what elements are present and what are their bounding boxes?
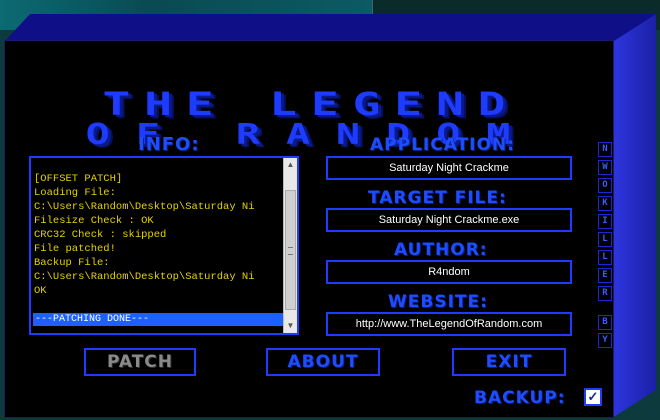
credit-letter: E (598, 268, 612, 283)
scroll-grip-icon (288, 247, 293, 255)
backup-checkbox[interactable]: ✓ (584, 388, 602, 406)
about-button[interactable]: ABOUT (266, 348, 380, 376)
patch-button[interactable]: PATCH (84, 348, 196, 376)
backup-label: BACKUP: (474, 388, 566, 408)
log-line: C:\Users\Random\Desktop\Saturday Ni (34, 201, 255, 213)
application-heading: APPLICATION: (370, 135, 515, 155)
log-line: C:\Users\Random\Desktop\Saturday Ni (34, 271, 255, 283)
target-file-heading: TARGET FILE: (368, 188, 507, 208)
log-line: Filesize Check : OK (34, 215, 154, 227)
log-line: Loading File: (34, 187, 116, 199)
logo-line-2: OF RANDOM (85, 119, 537, 152)
application-field: Saturday Night Crackme (326, 156, 572, 180)
info-log: [OFFSET PATCH] Loading File: C:\Users\Rand… (29, 156, 299, 335)
target-file-field: Saturday Night Crackme.exe (326, 208, 572, 232)
credit-gap (599, 304, 611, 312)
author-heading: AUTHOR: (394, 240, 488, 260)
author-field: R4ndom (326, 260, 572, 284)
log-line: Backup File: (34, 257, 110, 269)
checkmark-icon: ✓ (587, 389, 599, 404)
box-top-panel (4, 14, 656, 42)
log-line: CRC32 Check : skipped (34, 229, 167, 241)
credit-by-letter: B (598, 315, 612, 330)
website-heading: WEBSITE: (388, 292, 488, 312)
credit-by-letter: Y (598, 333, 612, 348)
log-scrollbar[interactable]: ▲ ▼ (283, 158, 297, 333)
info-heading: INFO: (138, 134, 200, 155)
credit-strip: NWOKILLERBY (598, 142, 612, 348)
exit-button[interactable]: EXIT (452, 348, 566, 376)
scroll-up-arrow-icon[interactable]: ▲ (284, 158, 297, 172)
logo-line-1: THE LEGEND (102, 85, 520, 123)
credit-letter: O (598, 178, 612, 193)
log-status-line[interactable]: ---PATCHING DONE--- (33, 313, 284, 326)
log-lines: [OFFSET PATCH] Loading File: C:\Users\Rand… (34, 172, 284, 298)
credit-letter: R (598, 286, 612, 301)
box-side-panel (612, 14, 656, 418)
scroll-down-arrow-icon[interactable]: ▼ (284, 319, 297, 333)
log-line: [OFFSET PATCH] (34, 173, 123, 185)
credit-letter: L (598, 250, 612, 265)
credit-letter: W (598, 160, 612, 175)
log-line: OK (34, 285, 47, 297)
credit-letter: N (598, 142, 612, 157)
log-line: File patched! (34, 243, 116, 255)
credit-letter: K (598, 196, 612, 211)
credit-letter: I (598, 214, 612, 229)
scroll-thumb[interactable] (285, 190, 296, 310)
credit-letter: L (598, 232, 612, 247)
website-field[interactable]: http://www.TheLegendOfRandom.com (326, 312, 572, 336)
